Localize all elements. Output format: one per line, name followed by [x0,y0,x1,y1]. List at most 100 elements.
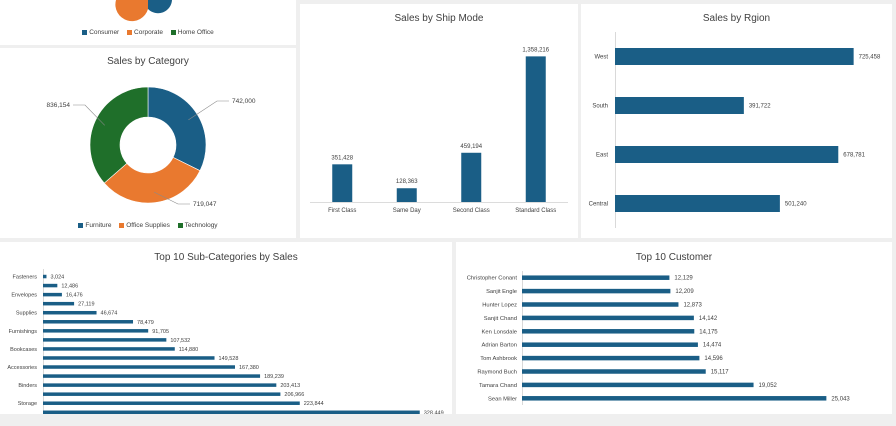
bar-data-label: 78,479 [137,320,154,326]
bar-customer [522,288,671,294]
bar-ship-mode [525,56,546,203]
y-tick-label: Storage [18,401,37,407]
donut-data-label: 742,000 [232,98,256,105]
legend-swatch [82,29,88,35]
legend-label: Furniture [85,222,112,229]
y-tick-label: East [596,153,608,159]
legend-swatch [119,222,125,228]
bar-data-label: 19,052 [759,383,778,389]
x-tick-label: First Class [328,208,356,214]
bar-data-label: 1,358,216 [522,47,549,53]
bar-data-label: 203,413 [280,383,300,389]
bar-subcategory [43,292,62,297]
bar-subcategory [43,329,149,333]
bar-data-label: 46,674 [101,311,118,317]
bar-data-label: 167,380 [239,365,259,371]
bar-subcategory [43,283,58,288]
bar-ship-mode [332,164,353,202]
region-bar-chart: 725,458 West 391,722 South 678,781 East 501,24… [589,32,881,228]
bar-region [615,48,854,65]
legend-swatch [78,222,84,228]
y-tick-label: Sean Miller [488,396,517,402]
bar-customer [522,396,827,401]
x-tick-label: Second Class [453,208,490,214]
bar-subcategory [43,410,420,414]
bar-subcategory [43,320,134,324]
y-tick-label: Tom Ashbrook [480,356,517,362]
bar-data-label: 12,129 [674,276,693,282]
bar-data-label: 12,873 [683,303,702,309]
y-tick-label: Envelopes [11,293,37,299]
bar-data-label: 107,532 [170,338,190,344]
segment-pie-slice-corporate [115,0,148,22]
donut-data-label: 836,154 [47,102,71,109]
y-tick-label: Furnishings [9,329,38,335]
sales-by-segment-panel: Consumer Corporate Home Office [0,0,296,45]
bar-customer [522,342,698,347]
bar-data-label: 351,428 [331,155,353,161]
bar-subcategory [43,301,75,306]
bar-region [615,146,839,163]
legend-swatch [177,222,183,228]
subcategories-bar-chart: 3,024 12,486 16,476 27,119 46,674 78,479 91,70… [7,269,444,414]
bar-data-label: 27,119 [78,302,94,308]
bar-data-label: 3,024 [50,275,64,281]
y-tick-label: Adrian Barton [482,343,517,349]
legend-item-technology: Technology [177,222,218,229]
bar-ship-mode [396,188,417,202]
bar-data-label: 328,449 [424,410,444,414]
y-tick-label: Ken Lonsdale [482,329,517,335]
bar-data-label: 128,363 [396,179,418,185]
bar-customer [522,315,694,321]
bar-subcategory [43,356,215,360]
bar-data-label: 189,239 [264,374,284,380]
bar-customer [522,302,679,307]
segment-pie-slice-consumer [148,0,172,14]
x-tick-label: Standard Class [515,208,556,214]
sales-by-region-panel: Sales by Rgion 725,458 West 391,722 South 67… [581,4,892,238]
bar-data-label: 15,117 [711,370,730,376]
bar-subcategory [43,392,281,396]
bar-customer [522,329,695,334]
y-tick-label: Supplies [16,311,37,317]
y-tick-label: South [592,104,608,110]
bar-data-label: 725,458 [859,55,881,61]
y-tick-label: Christopher Conant [467,276,518,282]
sales-by-ship-mode-panel: Sales by Ship Mode 351,428 First Class 128… [300,4,578,238]
bar-data-label: 16,476 [66,293,83,299]
legend-item-corporate: Corporate [127,29,163,36]
y-tick-label: Central [589,202,608,208]
bar-data-label: 114,880 [179,347,198,353]
donut-slice-technology [89,86,149,184]
bar-region [615,195,780,212]
bar-data-label: 206,966 [284,392,304,398]
bar-data-label: 149,528 [219,356,239,362]
bar-data-label: 14,596 [704,356,723,362]
y-tick-label: Raymond Buch [477,370,517,376]
bar-customer [522,355,700,361]
legend-label: Consumer [89,29,120,36]
segment-chart-svg [115,0,172,22]
bar-subcategory [43,374,261,378]
x-tick-label: Same Day [393,208,421,214]
y-tick-label: Tamara Chand [479,383,517,389]
bar-customer [522,275,670,280]
y-tick-label: Accessories [7,365,37,371]
top-subcategories-panel: Top 10 Sub-Categories by Sales 3,024 12,4… [0,242,452,414]
bar-data-label: 223,844 [304,401,324,407]
bar-subcategory [43,365,235,369]
bar-data-label: 14,142 [699,316,718,322]
bar-data-label: 12,209 [675,289,694,295]
bar-subcategory [43,338,167,342]
bar-data-label: 91,705 [152,329,169,335]
bar-data-label: 12,486 [61,284,78,290]
legend-item-consumer: Consumer [82,29,119,36]
y-tick-label: West [594,55,608,61]
category-donut-chart: 742,000 719,047 836,154 [47,86,256,208]
bar-data-label: 14,175 [699,329,718,335]
category-legend: Furniture Office Supplies Technology [0,222,296,229]
bar-subcategory [43,274,47,279]
legend-swatch [127,29,133,35]
bar-subcategory [43,347,175,351]
donut-slice-furniture [147,86,207,172]
